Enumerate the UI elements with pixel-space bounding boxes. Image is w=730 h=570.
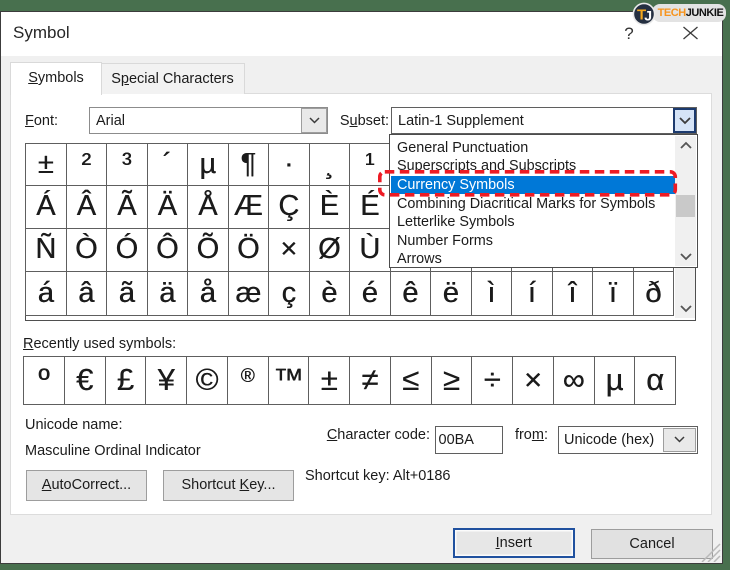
- svg-text:J: J: [644, 8, 652, 24]
